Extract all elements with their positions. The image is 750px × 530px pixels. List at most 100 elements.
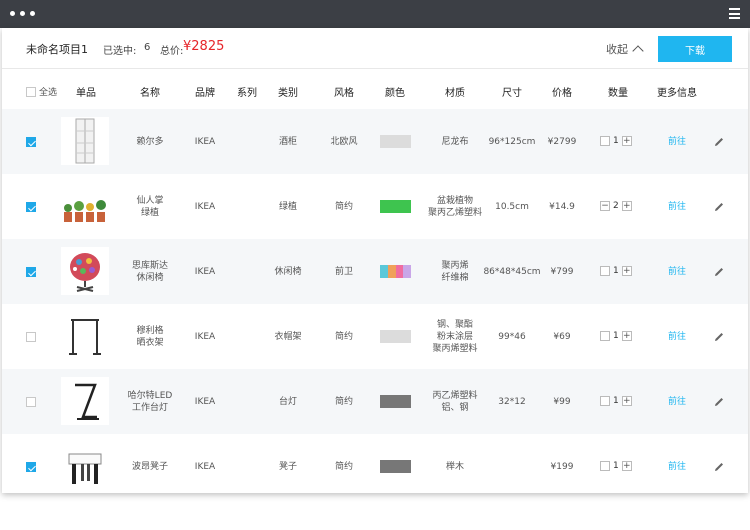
table-row[interactable]: 哈尔特LED 工作台灯 IKEA 台灯 简约 丙乙烯塑料 铝、钢 32*12 ¥… bbox=[2, 369, 748, 434]
row-checkbox[interactable] bbox=[26, 267, 36, 277]
pencil-icon[interactable] bbox=[713, 266, 725, 278]
decrement-button[interactable] bbox=[600, 266, 610, 276]
col-quantity: 数量 bbox=[608, 88, 628, 99]
increment-button[interactable]: + bbox=[621, 201, 632, 211]
collapse-button[interactable]: 收起 bbox=[606, 41, 644, 57]
color-swatch bbox=[380, 135, 411, 148]
row-checkbox[interactable] bbox=[26, 397, 36, 407]
quantity-value: 1 bbox=[613, 331, 619, 341]
product-style: 前卫 bbox=[334, 266, 354, 277]
select-all-label: 全选 bbox=[39, 88, 58, 98]
selected-count: 6 bbox=[144, 42, 151, 53]
decrement-button[interactable] bbox=[600, 331, 610, 341]
product-brand: IKEA bbox=[194, 331, 216, 342]
increment-button[interactable]: + bbox=[621, 461, 632, 471]
product-thumbnail[interactable] bbox=[61, 182, 109, 230]
pencil-icon[interactable] bbox=[713, 396, 725, 408]
product-name: 思库斯达 休闲椅 bbox=[131, 260, 169, 283]
product-name: 波昂凳子 bbox=[131, 461, 169, 472]
quantity-value: 1 bbox=[613, 396, 619, 406]
col-size: 尺寸 bbox=[502, 88, 522, 99]
more-info-link[interactable]: 前往 bbox=[668, 331, 686, 343]
increment-button[interactable]: + bbox=[621, 396, 632, 406]
product-price: ¥14.9 bbox=[549, 201, 575, 212]
more-info-link[interactable]: 前往 bbox=[668, 461, 686, 473]
product-material: 丙乙烯塑料 铝、钢 bbox=[432, 390, 478, 413]
col-material: 材质 bbox=[445, 88, 465, 99]
quantity-stepper[interactable]: 1 + bbox=[600, 136, 632, 146]
total-label: 总价: bbox=[160, 46, 184, 57]
table-row[interactable]: 思库斯达 休闲椅 IKEA 休闲椅 前卫 聚丙烯 纤维棉 86*48*45cm … bbox=[2, 239, 748, 304]
quantity-stepper[interactable]: 1 + bbox=[600, 331, 632, 341]
quantity-value: 1 bbox=[613, 266, 619, 276]
pencil-icon[interactable] bbox=[713, 201, 725, 213]
row-checkbox[interactable] bbox=[26, 332, 36, 342]
col-name: 名称 bbox=[140, 88, 160, 99]
quantity-value: 2 bbox=[613, 201, 619, 211]
product-material: 榉木 bbox=[445, 461, 465, 472]
selected-label: 已选中: bbox=[103, 46, 137, 57]
quantity-stepper[interactable]: 1 + bbox=[600, 461, 632, 471]
col-category: 类别 bbox=[278, 88, 298, 99]
select-all[interactable]: 全选 bbox=[26, 85, 57, 98]
more-info-link[interactable]: 前往 bbox=[668, 396, 686, 408]
decrement-button[interactable] bbox=[600, 136, 610, 146]
menu-icon[interactable] bbox=[729, 8, 740, 19]
panel-toolbar: 未命名项目1 已选中: 6 总价: ¥2825 收起 下载 bbox=[2, 28, 748, 69]
more-info-link[interactable]: 前往 bbox=[668, 201, 686, 213]
color-swatch-segment bbox=[380, 265, 388, 278]
increment-button[interactable]: + bbox=[621, 331, 632, 341]
product-size: 10.5cm bbox=[495, 201, 529, 212]
pencil-icon[interactable] bbox=[713, 461, 725, 473]
table-row[interactable]: 波昂凳子 IKEA 凳子 简约 榉木 ¥199 1 + 前往 bbox=[2, 434, 748, 493]
col-item: 单品 bbox=[76, 88, 96, 99]
quantity-value: 1 bbox=[613, 136, 619, 146]
row-checkbox[interactable] bbox=[26, 137, 36, 147]
product-name: 仙人掌 绿植 bbox=[136, 195, 164, 218]
product-name: 赖尔多 bbox=[136, 136, 164, 147]
increment-button[interactable]: + bbox=[621, 136, 632, 146]
pencil-icon[interactable] bbox=[713, 136, 725, 148]
chevron-up-icon bbox=[632, 45, 644, 57]
quantity-stepper[interactable]: 1 + bbox=[600, 266, 632, 276]
row-checkbox[interactable] bbox=[26, 202, 36, 212]
product-material: 尼龙布 bbox=[441, 136, 469, 147]
decrement-button[interactable]: − bbox=[600, 201, 610, 211]
project-panel: 未命名项目1 已选中: 6 总价: ¥2825 收起 下载 全选 单品 名称 品… bbox=[2, 28, 748, 493]
download-button[interactable]: 下载 bbox=[658, 36, 732, 62]
product-price: ¥199 bbox=[550, 461, 574, 472]
decrement-button[interactable] bbox=[600, 396, 610, 406]
title-bar bbox=[0, 0, 750, 28]
col-series: 系列 bbox=[237, 88, 257, 99]
product-size: 96*125cm bbox=[488, 136, 536, 147]
color-swatch bbox=[380, 330, 411, 343]
product-brand: IKEA bbox=[194, 266, 216, 277]
table-row[interactable]: 穆利格 晒衣架 IKEA 衣帽架 简约 钢、聚酯 粉末涂层 聚丙烯塑料 99*4… bbox=[2, 304, 748, 369]
row-checkbox[interactable] bbox=[26, 462, 36, 472]
increment-button[interactable]: + bbox=[621, 266, 632, 276]
more-info-link[interactable]: 前往 bbox=[668, 136, 686, 148]
product-thumbnail[interactable] bbox=[61, 377, 109, 425]
project-name[interactable]: 未命名项目1 bbox=[26, 41, 88, 57]
quantity-value: 1 bbox=[613, 461, 619, 471]
product-thumbnail[interactable] bbox=[61, 247, 109, 295]
select-all-checkbox[interactable] bbox=[26, 86, 36, 97]
product-price: ¥69 bbox=[553, 331, 571, 342]
pencil-icon[interactable] bbox=[713, 331, 725, 343]
table-row[interactable]: 仙人掌 绿植 IKEA 绿植 简约 盆栽植物 聚丙乙烯塑料 10.5cm ¥14… bbox=[2, 174, 748, 239]
product-style: 简约 bbox=[334, 396, 354, 407]
product-size: 86*48*45cm bbox=[483, 266, 541, 277]
three-dots-icon[interactable] bbox=[10, 11, 35, 16]
product-thumbnail[interactable] bbox=[61, 442, 109, 490]
product-thumbnail[interactable] bbox=[61, 312, 109, 360]
quantity-stepper[interactable]: − 2 + bbox=[600, 201, 632, 211]
product-style: 北欧风 bbox=[330, 136, 358, 147]
product-style: 简约 bbox=[334, 201, 354, 212]
product-name: 哈尔特LED 工作台灯 bbox=[127, 390, 173, 413]
color-swatch bbox=[380, 200, 411, 213]
decrement-button[interactable] bbox=[600, 461, 610, 471]
table-row[interactable]: 赖尔多 IKEA 酒柜 北欧风 尼龙布 96*125cm ¥2799 1 + 前… bbox=[2, 109, 748, 174]
product-thumbnail[interactable] bbox=[61, 117, 109, 165]
quantity-stepper[interactable]: 1 + bbox=[600, 396, 632, 406]
more-info-link[interactable]: 前往 bbox=[668, 266, 686, 278]
